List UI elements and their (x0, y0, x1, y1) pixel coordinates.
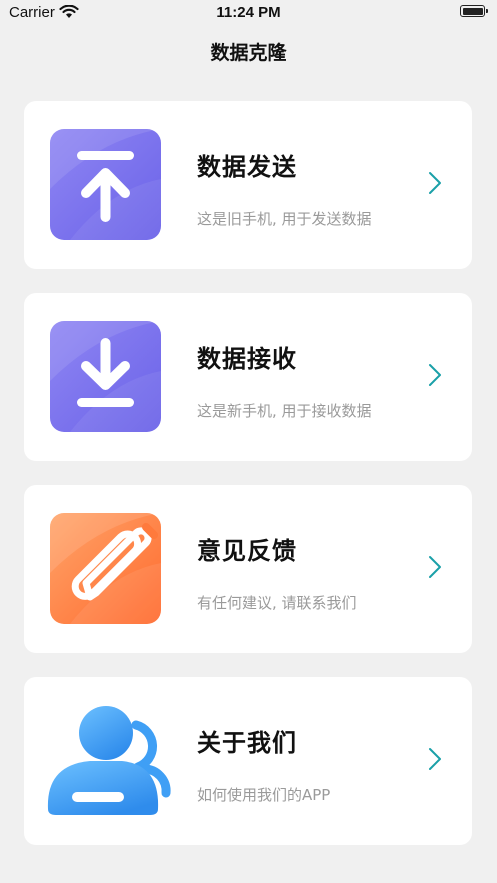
card-subtitle: 有任何建议, 请联系我们 (197, 594, 357, 612)
status-bar: Carrier 11:24 PM (0, 0, 497, 26)
page-title: 数据克隆 (210, 42, 287, 64)
card-title: 数据发送 (197, 153, 297, 181)
card-title: 关于我们 (197, 729, 297, 757)
status-time: 11:24 PM (216, 4, 281, 21)
card-subtitle: 这是新手机, 用于接收数据 (197, 402, 372, 420)
edit-pencil-icon (50, 513, 161, 624)
users-icon (40, 703, 172, 823)
chevron-right-icon (428, 363, 442, 391)
about-us-card[interactable]: 关于我们 如何使用我们的APP (24, 677, 472, 845)
battery-icon (460, 5, 488, 17)
receive-data-card[interactable]: 数据接收 这是新手机, 用于接收数据 (24, 293, 472, 461)
chevron-right-icon (428, 171, 442, 199)
card-title: 意见反馈 (197, 537, 297, 565)
feedback-card[interactable]: 意见反馈 有任何建议, 请联系我们 (24, 485, 472, 653)
card-title: 数据接收 (197, 345, 297, 373)
upload-icon (50, 129, 161, 240)
chevron-right-icon (428, 747, 442, 775)
card-subtitle: 如何使用我们的APP (197, 786, 331, 804)
send-data-card[interactable]: 数据发送 这是旧手机, 用于发送数据 (24, 101, 472, 269)
download-icon (50, 321, 161, 432)
chevron-right-icon (428, 555, 442, 583)
card-subtitle: 这是旧手机, 用于发送数据 (197, 210, 372, 228)
